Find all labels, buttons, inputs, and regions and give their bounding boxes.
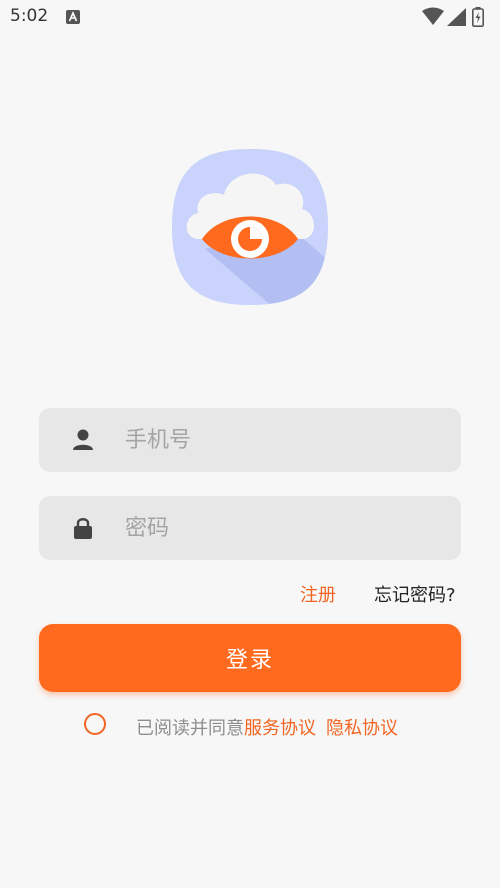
forgot-password-link[interactable]: 忘记密码? [374, 581, 456, 607]
status-icons [422, 7, 492, 27]
password-input[interactable] [125, 496, 445, 560]
agree-checkbox[interactable] [84, 713, 106, 735]
phone-field[interactable] [39, 408, 461, 472]
privacy-agreement-link[interactable]: 隐私协议 [326, 718, 398, 739]
phone-input[interactable] [125, 408, 445, 472]
battery-icon [472, 7, 484, 27]
signal-icon [447, 8, 466, 26]
password-field[interactable] [39, 496, 461, 560]
lock-icon [74, 518, 92, 539]
login-button[interactable]: 登录 [39, 624, 461, 692]
user-icon [73, 429, 93, 450]
agreement-row: 已阅读并同意服务协议 隐私协议 [84, 711, 444, 741]
register-link[interactable]: 注册 [300, 581, 336, 607]
cloud-eye-logo-icon [172, 149, 328, 305]
agreement-text: 已阅读并同意服务协议 隐私协议 [136, 714, 398, 740]
wifi-icon [422, 7, 444, 25]
service-agreement-link[interactable]: 服务协议 [244, 718, 316, 739]
status-bar: 5:02 [0, 0, 500, 34]
agreement-prefix: 已阅读并同意 [136, 718, 244, 739]
status-time: 5:02 [10, 6, 49, 26]
a-notification-icon [66, 10, 80, 24]
